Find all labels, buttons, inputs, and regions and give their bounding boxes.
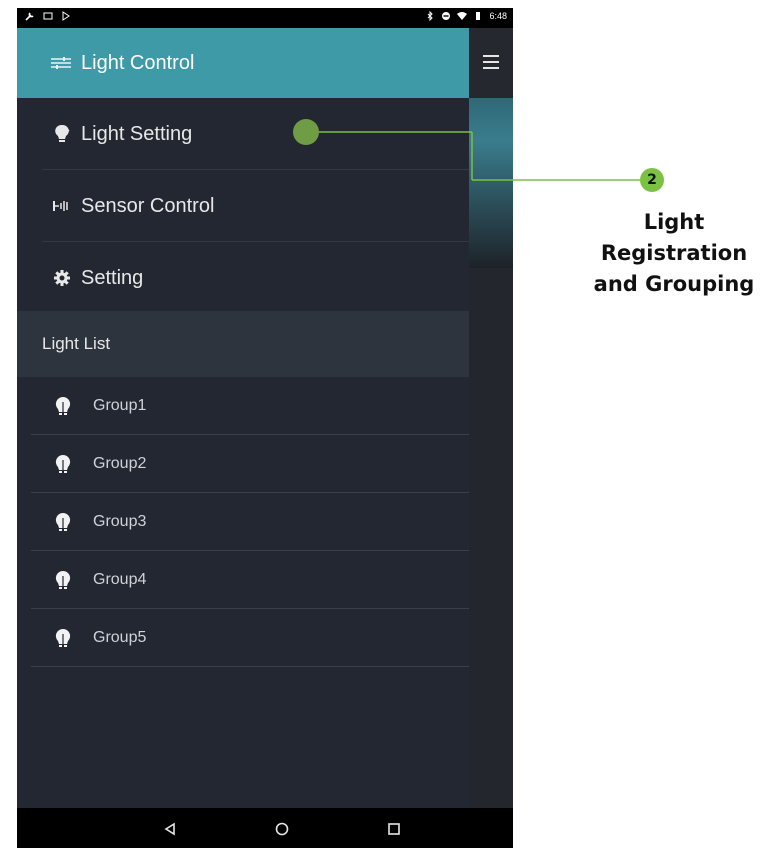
callout-number: 2 xyxy=(647,172,657,188)
play-store-icon xyxy=(62,11,70,21)
nav-item-label: Sensor Control xyxy=(81,194,215,217)
group-label: Group5 xyxy=(93,629,147,646)
sensor-icon xyxy=(51,198,73,214)
light-list-header: Light List xyxy=(17,311,469,377)
drawer-title: Light Control xyxy=(81,51,195,74)
gear-icon xyxy=(51,269,73,287)
bulb-group-icon xyxy=(53,512,73,532)
nav-item-light-setting[interactable]: Light Setting xyxy=(17,98,469,170)
wrench-icon xyxy=(25,12,34,21)
list-item-group2[interactable]: Group2 xyxy=(17,435,469,493)
bulb-group-icon xyxy=(53,396,73,416)
bulb-group-icon xyxy=(53,570,73,590)
callout-number-badge: 2 xyxy=(640,168,664,192)
group-label: Group1 xyxy=(93,397,147,414)
wifi-icon xyxy=(457,12,468,20)
status-bar: 6:48 xyxy=(17,8,513,28)
list-item-group3[interactable]: Group3 xyxy=(17,493,469,551)
callout-line-2: Registration xyxy=(600,241,748,265)
bulb-group-icon xyxy=(53,628,73,648)
back-icon[interactable] xyxy=(159,818,181,840)
recents-icon[interactable] xyxy=(383,818,405,840)
group-list: Group1 Group2 Group3 Group4 Group5 xyxy=(17,377,469,667)
light-list-title: Light List xyxy=(42,334,111,353)
home-icon[interactable] xyxy=(271,818,293,840)
tablet-screen: 6:48 Light Control Light Setting Sensor … xyxy=(17,8,513,848)
group-label: Group2 xyxy=(93,455,147,472)
drawer-header[interactable]: Light Control xyxy=(17,28,469,98)
do-not-disturb-icon xyxy=(442,12,451,20)
group-label: Group4 xyxy=(93,571,147,588)
sliders-icon xyxy=(51,56,71,70)
callout-line-3: and Grouping xyxy=(593,272,755,296)
nav-item-sensor-control[interactable]: Sensor Control xyxy=(17,170,469,242)
nav-item-label: Light Setting xyxy=(81,122,193,145)
hamburger-icon[interactable] xyxy=(477,50,505,74)
list-item-group1[interactable]: Group1 xyxy=(17,377,469,435)
notification-icon xyxy=(43,12,53,20)
content-gradient xyxy=(469,98,513,268)
list-item-group5[interactable]: Group5 xyxy=(17,609,469,667)
status-time: 6:48 xyxy=(489,11,507,21)
bulb-group-icon xyxy=(53,454,73,474)
main-content-dimmed xyxy=(469,28,513,808)
group-label: Group3 xyxy=(93,513,147,530)
callout-label: Light Registration and Grouping xyxy=(574,207,774,300)
navigation-bar xyxy=(17,808,513,848)
nav-item-label: Setting xyxy=(81,266,144,289)
navigation-drawer: Light Control Light Setting Sensor Contr… xyxy=(17,28,469,808)
bulb-icon xyxy=(51,124,73,144)
battery-icon xyxy=(476,12,481,20)
callout-line-1: Light xyxy=(643,210,705,234)
list-item-group4[interactable]: Group4 xyxy=(17,551,469,609)
bluetooth-icon xyxy=(428,11,434,21)
nav-item-setting[interactable]: Setting xyxy=(17,242,469,314)
app-bar xyxy=(469,28,513,98)
